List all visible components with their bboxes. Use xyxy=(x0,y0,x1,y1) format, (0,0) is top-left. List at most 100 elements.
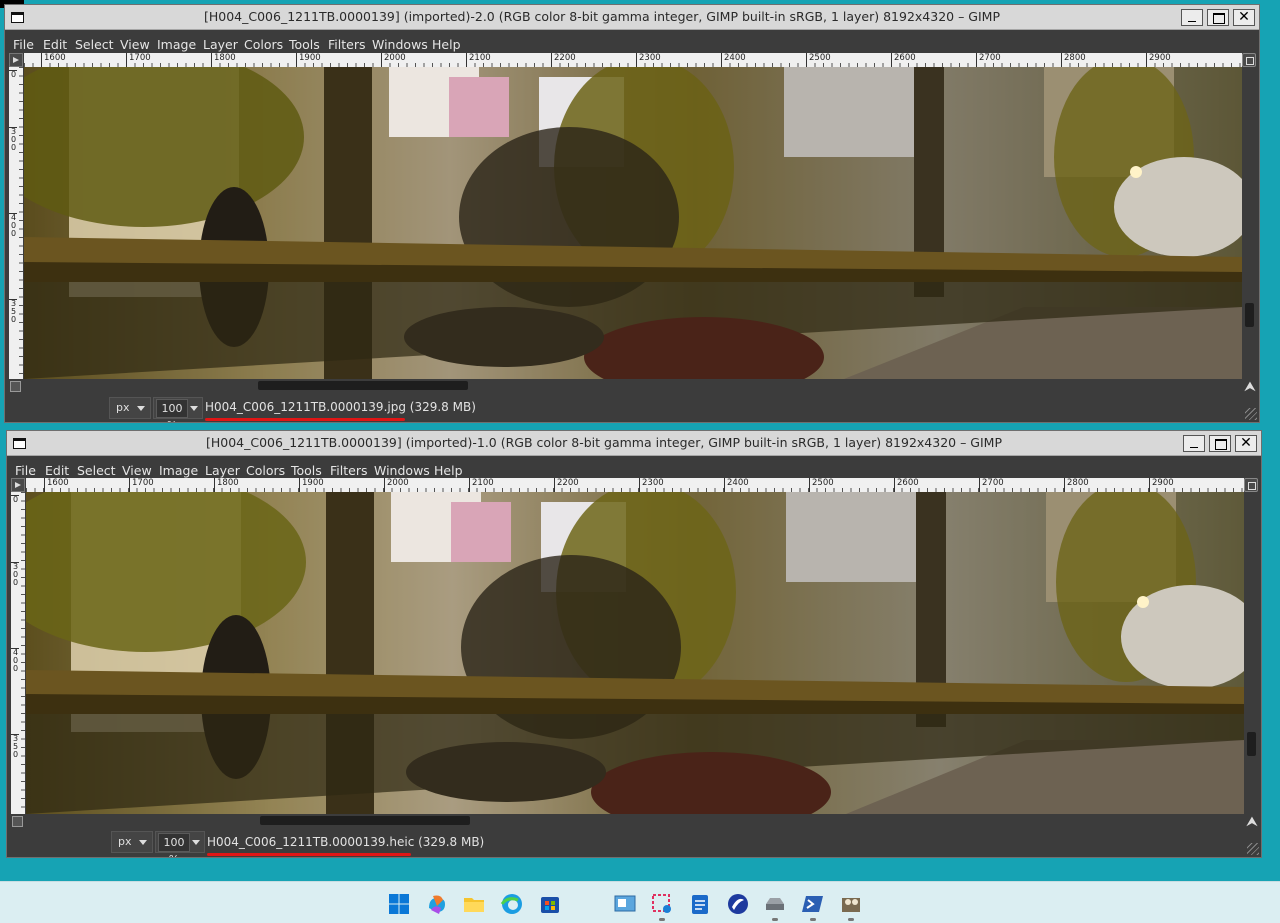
ruler-label: 2900 xyxy=(1146,53,1171,67)
title-bar[interactable]: [H004_C006_1211TB.0000139] (imported)-1.… xyxy=(7,431,1261,456)
vertical-ruler[interactable]: 0 300 400 350 xyxy=(9,67,23,379)
vertical-scrollbar[interactable] xyxy=(1244,492,1258,814)
navigate-button[interactable] xyxy=(1244,478,1258,492)
window-menu-icon[interactable] xyxy=(13,438,26,449)
ruler-label: 2000 xyxy=(384,478,409,492)
horizontal-scroll-thumb[interactable] xyxy=(258,381,468,390)
menu-view[interactable]: View xyxy=(122,463,152,478)
status-filename: H004_C006_1211TB.0000139.heic (329.8 MB) xyxy=(207,835,485,849)
powershell-icon[interactable] xyxy=(801,892,825,916)
running-indicator xyxy=(772,918,778,921)
ruler-label: 300 xyxy=(11,562,19,587)
ruler-menu-button[interactable] xyxy=(9,53,23,67)
control-panel-icon[interactable] xyxy=(613,892,637,916)
close-button[interactable]: ✕ xyxy=(1235,435,1257,452)
ruler-label: 2100 xyxy=(469,478,494,492)
menu-windows[interactable]: Windows xyxy=(372,37,428,52)
resize-grip[interactable] xyxy=(1245,408,1257,420)
menu-view[interactable]: View xyxy=(120,37,150,52)
menu-select[interactable]: Select xyxy=(75,37,114,52)
vertical-scroll-thumb[interactable] xyxy=(1245,303,1254,327)
ruler-label: 2300 xyxy=(636,53,661,67)
zoom-image-when-window-size-changes-icon[interactable]: ⮝ xyxy=(1245,815,1259,829)
menu-filters[interactable]: Filters xyxy=(330,463,367,478)
zoom-value[interactable]: 100 % xyxy=(158,833,190,857)
highlight-underline xyxy=(205,418,405,421)
close-button[interactable]: ✕ xyxy=(1233,9,1255,26)
vertical-scrollbar[interactable] xyxy=(1242,67,1256,379)
horizontal-scrollbar[interactable] xyxy=(26,814,1244,826)
ruler-label: 1600 xyxy=(41,53,66,67)
image-canvas[interactable] xyxy=(26,492,1244,814)
running-indicator xyxy=(848,918,854,921)
menu-help[interactable]: Help xyxy=(432,37,461,52)
app-icon[interactable] xyxy=(726,892,750,916)
windows-start-icon[interactable] xyxy=(387,892,411,916)
title-bar[interactable]: [H004_C006_1211TB.0000139] (imported)-2.… xyxy=(5,5,1259,30)
menu-select[interactable]: Select xyxy=(77,463,116,478)
zoom-image-when-window-size-changes-icon[interactable]: ⮝ xyxy=(1243,380,1257,394)
ruler-label: 2000 xyxy=(381,53,406,67)
menu-layer[interactable]: Layer xyxy=(205,463,240,478)
zoom-value[interactable]: 100 % xyxy=(156,399,188,422)
quick-mask-toggle[interactable] xyxy=(12,816,23,827)
menu-image[interactable]: Image xyxy=(157,37,196,52)
horizontal-ruler[interactable]: 1600 1700 1800 1900 2000 2100 2200 2300 … xyxy=(26,478,1244,492)
zoom-selector[interactable]: 100 % xyxy=(153,397,203,422)
minimize-button[interactable] xyxy=(1183,435,1205,452)
ruler-label: 2200 xyxy=(554,478,579,492)
ruler-label: 400 xyxy=(9,213,17,238)
ruler-label: 2100 xyxy=(466,53,491,67)
drive-icon[interactable] xyxy=(763,892,787,916)
edge-icon[interactable] xyxy=(500,892,524,916)
minimize-button[interactable] xyxy=(1181,9,1203,26)
chevron-down-icon xyxy=(139,840,147,845)
horizontal-scroll-thumb[interactable] xyxy=(260,816,470,825)
ruler-label: 300 xyxy=(9,127,17,152)
menu-colors[interactable]: Colors xyxy=(244,37,283,52)
menu-tools[interactable]: Tools xyxy=(289,37,320,52)
ruler-label: 1900 xyxy=(299,478,324,492)
menu-file[interactable]: File xyxy=(15,463,36,478)
window-title: [H004_C006_1211TB.0000139] (imported)-2.… xyxy=(203,9,1001,24)
menu-windows[interactable]: Windows xyxy=(374,463,430,478)
unit-selector[interactable]: px xyxy=(109,397,151,419)
maximize-button[interactable] xyxy=(1209,435,1231,452)
menu-edit[interactable]: Edit xyxy=(45,463,69,478)
vertical-ruler[interactable]: 0 300 400 350 xyxy=(11,492,25,814)
ruler-label: 2900 xyxy=(1149,478,1174,492)
navigate-button[interactable] xyxy=(1242,53,1256,67)
copilot-icon[interactable] xyxy=(425,892,449,916)
image-canvas[interactable] xyxy=(24,67,1242,379)
gimp-window-heic[interactable]: [H004_C006_1211TB.0000139] (imported)-1.… xyxy=(6,430,1262,858)
chevron-down-icon xyxy=(190,406,198,411)
snipping-tool-icon[interactable] xyxy=(650,892,674,916)
menu-tools[interactable]: Tools xyxy=(291,463,322,478)
store-icon[interactable] xyxy=(538,892,562,916)
gimp-window-jpg[interactable]: [H004_C006_1211TB.0000139] (imported)-2.… xyxy=(4,4,1260,423)
maximize-button[interactable] xyxy=(1207,9,1229,26)
notepad-icon[interactable] xyxy=(688,892,712,916)
vertical-scroll-thumb[interactable] xyxy=(1247,732,1256,756)
horizontal-ruler[interactable]: 1600 1700 1800 1900 2000 2100 2200 2300 … xyxy=(24,53,1242,67)
ruler-label: 2200 xyxy=(551,53,576,67)
photo-street-scene xyxy=(24,67,1242,379)
window-menu-icon[interactable] xyxy=(11,12,24,23)
resize-grip[interactable] xyxy=(1247,843,1259,855)
horizontal-scrollbar[interactable] xyxy=(24,379,1242,391)
unit-selector[interactable]: px xyxy=(111,831,153,853)
gimp-icon[interactable] xyxy=(839,892,863,916)
file-explorer-icon[interactable] xyxy=(462,892,486,916)
quick-mask-toggle[interactable] xyxy=(10,381,21,392)
menu-filters[interactable]: Filters xyxy=(328,37,365,52)
menu-help[interactable]: Help xyxy=(434,463,463,478)
menu-edit[interactable]: Edit xyxy=(43,37,67,52)
menu-file[interactable]: File xyxy=(13,37,34,52)
menu-layer[interactable]: Layer xyxy=(203,37,238,52)
zoom-selector[interactable]: 100 % xyxy=(155,831,205,857)
ruler-label: 400 xyxy=(11,648,19,673)
menu-colors[interactable]: Colors xyxy=(246,463,285,478)
ruler-menu-button[interactable] xyxy=(11,478,25,492)
ruler-label: 2600 xyxy=(891,53,916,67)
menu-image[interactable]: Image xyxy=(159,463,198,478)
